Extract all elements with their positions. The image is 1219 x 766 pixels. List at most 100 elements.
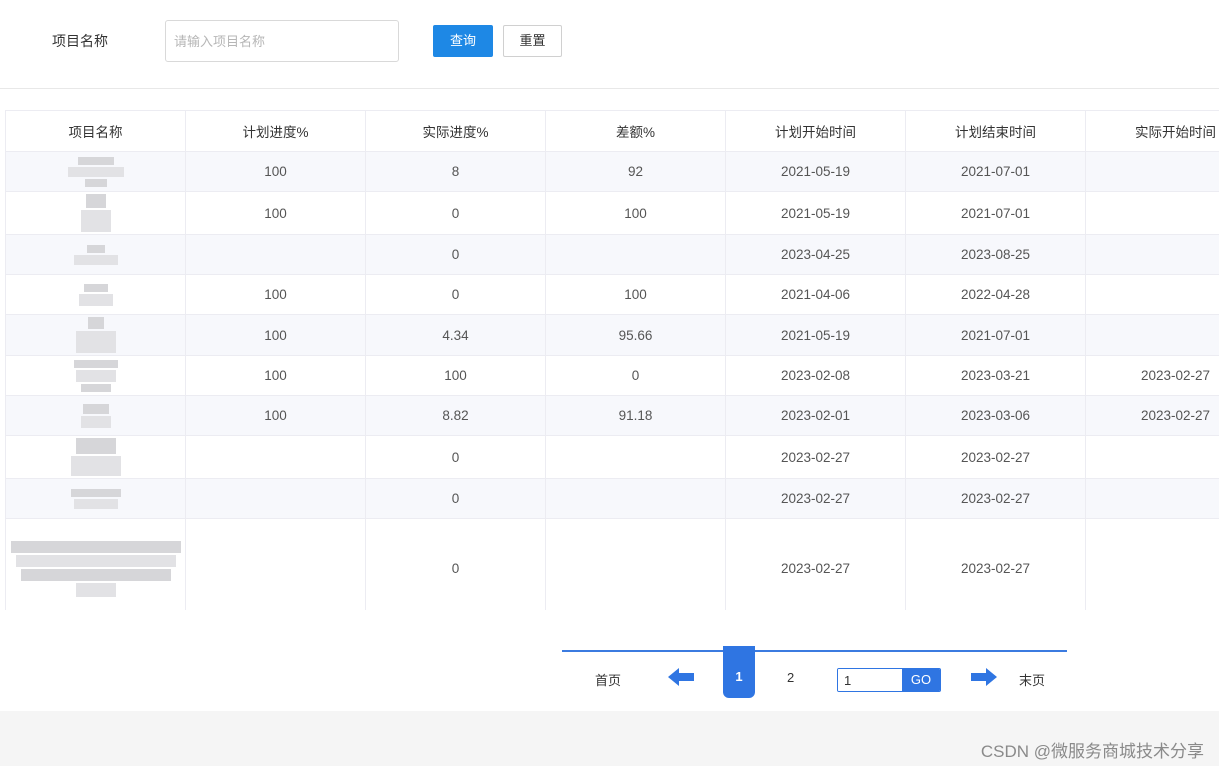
mosaic-block: [75, 369, 116, 382]
cell-planned-progress: 100: [185, 191, 366, 235]
cell-actual-start: [1085, 314, 1219, 356]
project-name-label: 项目名称: [52, 33, 108, 49]
search-bar: 项目名称 查询 重置: [0, 0, 1219, 88]
prev-page-arrow-icon[interactable]: [668, 668, 694, 686]
table-row[interactable]: 100 100 0 2023-02-08 2023-03-21 2023-02-27: [5, 355, 1219, 396]
table-row[interactable]: 100 0 100 2021-05-19 2021-07-01: [5, 191, 1219, 235]
mosaic-block: [80, 415, 111, 428]
next-page-arrow-icon[interactable]: [971, 668, 997, 686]
mosaic-block: [73, 254, 118, 265]
cell-planned-end: 2023-02-27: [905, 518, 1086, 610]
cell-actual-start: [1085, 274, 1219, 315]
table-row[interactable]: 0 2023-02-27 2023-02-27: [5, 478, 1219, 519]
cell-planned-end: 2022-04-28: [905, 274, 1086, 315]
page-jump-input[interactable]: [838, 669, 902, 691]
cell-project-name: [5, 395, 186, 436]
mosaic-block: [84, 178, 107, 187]
blurred-project-name: [67, 155, 124, 189]
cell-planned-progress: 100: [185, 274, 366, 315]
pagination-line: [562, 650, 1067, 652]
cell-project-name: [5, 478, 186, 519]
cell-difference: 91.18: [545, 395, 726, 436]
mosaic-block: [83, 283, 108, 292]
blurred-project-name: [70, 487, 121, 511]
mosaic-block: [77, 156, 114, 165]
cell-project-name: [5, 435, 186, 479]
last-page-link[interactable]: 末页: [1019, 670, 1045, 689]
cell-planned-progress: 100: [185, 151, 366, 192]
cell-planned-progress: [185, 234, 366, 275]
cell-planned-start: 2023-02-27: [725, 478, 906, 519]
cell-difference: 100: [545, 191, 726, 235]
divider: [0, 88, 1219, 89]
table-row[interactable]: 0 2023-02-27 2023-02-27: [5, 518, 1219, 610]
project-table-container[interactable]: 项目名称 计划进度% 实际进度% 差额% 计划开始时间 计划结束时间 实际开始时…: [5, 110, 1219, 610]
table-row[interactable]: 0 2023-04-25 2023-08-25: [5, 234, 1219, 275]
table-header-row: 项目名称 计划进度% 实际进度% 差额% 计划开始时间 计划结束时间 实际开始时…: [5, 110, 1219, 152]
column-header-actual-start: 实际开始时间: [1085, 110, 1219, 152]
cell-planned-end: 2021-07-01: [905, 151, 1086, 192]
cell-planned-progress: 100: [185, 395, 366, 436]
cell-actual-progress: 100: [365, 355, 546, 396]
mosaic-block: [75, 582, 116, 597]
go-button[interactable]: GO: [902, 669, 940, 691]
cell-planned-end: 2023-03-21: [905, 355, 1086, 396]
cell-project-name: [5, 518, 186, 610]
mosaic-block: [15, 554, 176, 567]
cell-actual-start: 2023-02-27: [1085, 355, 1219, 396]
cell-project-name: [5, 191, 186, 235]
cell-planned-progress: [185, 478, 366, 519]
blurred-project-name: [80, 402, 111, 430]
mosaic-block: [73, 498, 118, 509]
mosaic-block: [75, 331, 116, 353]
blurred-project-name: [78, 282, 113, 308]
cell-difference: [545, 435, 726, 479]
table-row[interactable]: 100 8 92 2021-05-19 2021-07-01: [5, 151, 1219, 192]
footer: CSDN @微服务商城技术分享: [0, 711, 1219, 766]
cell-difference: [545, 518, 726, 610]
cell-planned-end: 2023-02-27: [905, 478, 1086, 519]
cell-actual-progress: 0: [365, 478, 546, 519]
cell-planned-start: 2023-02-27: [725, 435, 906, 479]
reset-button[interactable]: 重置: [503, 25, 562, 57]
csdn-watermark: CSDN @微服务商城技术分享: [980, 742, 1204, 761]
blurred-project-name: [70, 437, 121, 478]
cell-actual-start: [1085, 435, 1219, 479]
cell-actual-start: [1085, 151, 1219, 192]
table-row[interactable]: 100 8.82 91.18 2023-02-01 2023-03-06 2023-02-…: [5, 395, 1219, 436]
table-row[interactable]: 0 2023-02-27 2023-02-27: [5, 435, 1219, 479]
cell-actual-progress: 0: [365, 191, 546, 235]
cell-difference: 100: [545, 274, 726, 315]
cell-difference: [545, 234, 726, 275]
project-name-input[interactable]: [165, 20, 399, 62]
cell-planned-start: 2023-04-25: [725, 234, 906, 275]
page-2-link[interactable]: 2: [787, 670, 794, 685]
mosaic-block: [20, 568, 171, 581]
cell-actual-start: [1085, 191, 1219, 235]
blurred-project-name: [80, 193, 111, 234]
table-row[interactable]: 100 4.34 95.66 2021-05-19 2021-07-01: [5, 314, 1219, 356]
cell-planned-start: 2021-05-19: [725, 191, 906, 235]
cell-planned-end: 2023-02-27: [905, 435, 1086, 479]
column-header-actual-progress: 实际进度%: [365, 110, 546, 152]
mosaic-block: [80, 210, 111, 232]
cell-planned-start: 2021-04-06: [725, 274, 906, 315]
column-header-planned-progress: 计划进度%: [185, 110, 366, 152]
first-page-link[interactable]: 首页: [595, 670, 621, 689]
cell-project-name: [5, 355, 186, 396]
cell-planned-start: 2023-02-27: [725, 518, 906, 610]
current-page-button[interactable]: 1: [723, 646, 755, 698]
column-header-planned-end: 计划结束时间: [905, 110, 1086, 152]
query-button[interactable]: 查询: [433, 25, 493, 57]
mosaic-block: [75, 438, 116, 454]
mosaic-block: [78, 293, 113, 306]
cell-actual-progress: 8: [365, 151, 546, 192]
table-row[interactable]: 100 0 100 2021-04-06 2022-04-28: [5, 274, 1219, 315]
cell-actual-start: [1085, 478, 1219, 519]
mosaic-block: [82, 403, 109, 414]
column-header-difference: 差额%: [545, 110, 726, 152]
cell-actual-start: 2023-02-27: [1085, 395, 1219, 436]
blurred-project-name: [73, 243, 118, 267]
cell-project-name: [5, 151, 186, 192]
mosaic-block: [85, 194, 106, 208]
